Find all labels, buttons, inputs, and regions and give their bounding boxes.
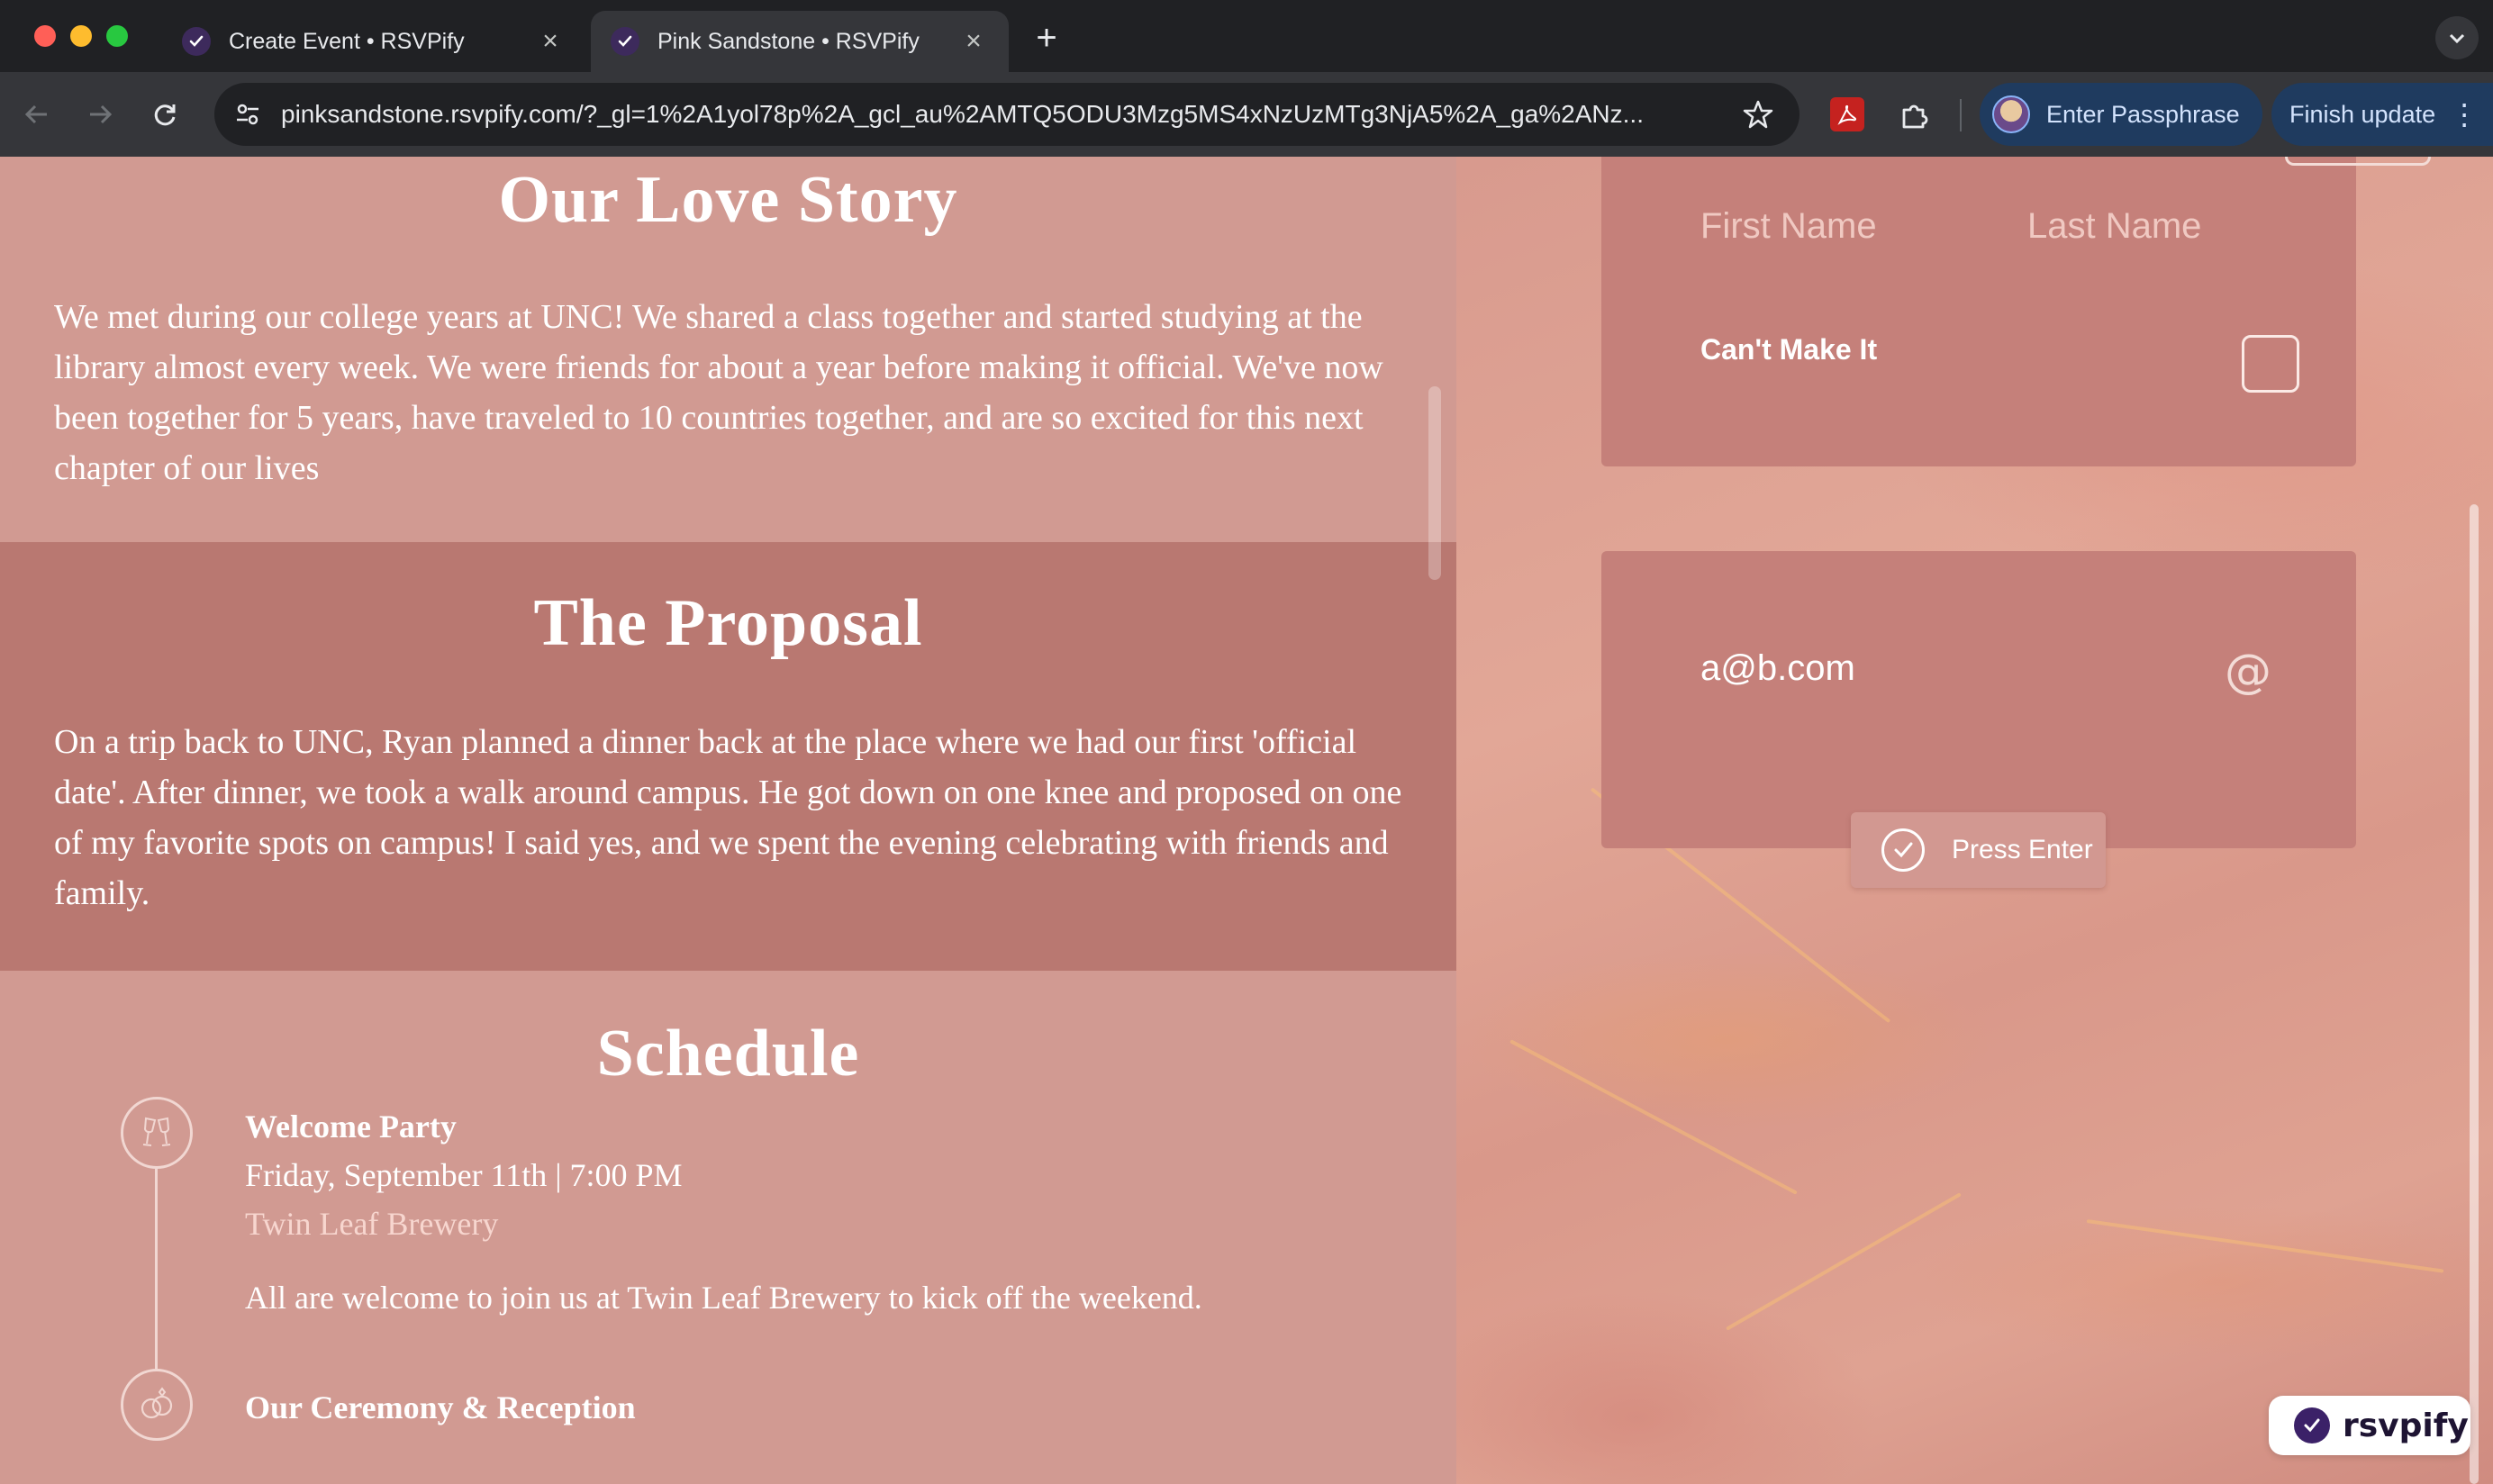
proposal-title: The Proposal [533, 586, 923, 660]
page-viewport: Our Love Story We met during our college… [0, 157, 2493, 1484]
love-story-section: Our Love Story We met during our college… [0, 157, 1456, 542]
tab-title: Pink Sandstone • RSVPify [657, 28, 920, 54]
event-name: Our Ceremony & Reception [245, 1389, 636, 1425]
cant-make-it-label: Can't Make It [1700, 333, 1878, 366]
tab-close-icon[interactable]: × [960, 26, 987, 57]
profile-passphrase-button[interactable]: Enter Passphrase [1980, 83, 2262, 146]
chevron-down-icon [2449, 33, 2465, 44]
address-bar[interactable]: pinksandstone.rsvpify.com/?_gl=1%2A1yol7… [214, 83, 1799, 146]
cant-make-it-checkbox[interactable] [2242, 335, 2299, 393]
press-enter-label: Press Enter [1952, 835, 2093, 864]
guest-name-card [1601, 157, 2431, 466]
finish-update-button[interactable]: Finish update ⋮ [2271, 83, 2493, 146]
page-scrollbar[interactable] [2470, 504, 2479, 1484]
arrow-right-icon [90, 104, 113, 124]
tab-pink-sandstone[interactable]: Pink Sandstone • RSVPify × [591, 11, 1009, 72]
check-circle-icon [1881, 828, 1925, 872]
forward-button[interactable] [79, 94, 121, 135]
love-story-title: Our Love Story [498, 163, 958, 237]
proposal-text: On a trip back to UNC, Ryan planned a di… [54, 723, 1402, 912]
extensions-puzzle-icon[interactable] [1895, 95, 1935, 135]
bookmark-star-icon[interactable] [1731, 87, 1785, 141]
proposal-section: The Proposal On a trip back to UNC, Ryan… [0, 542, 1456, 971]
rsvpify-badge-label: rsvpify [2343, 1407, 2469, 1444]
tab-create-event[interactable]: Create Event • RSVPify × [162, 11, 585, 72]
window-close-button[interactable] [34, 25, 56, 47]
site-info-icon[interactable] [227, 94, 268, 135]
more-vert-icon[interactable]: ⋮ [2450, 97, 2479, 131]
at-sign-icon: @ [2225, 645, 2271, 699]
back-button[interactable] [16, 94, 58, 135]
card-top-button[interactable] [2285, 157, 2431, 166]
wedding-rings-icon [121, 1369, 193, 1441]
arrow-left-icon [24, 104, 47, 124]
rsvpify-logo-icon [2294, 1407, 2330, 1443]
event-description: All are welcome to join us at Twin Leaf … [245, 1280, 1202, 1316]
rsvpify-badge[interactable]: rsvpify [2269, 1396, 2470, 1455]
profile-avatar [1992, 95, 2030, 133]
url-text: pinksandstone.rsvpify.com/?_gl=1%2A1yol7… [281, 100, 1644, 128]
reload-button[interactable] [144, 94, 186, 135]
browser-tab-bar: Create Event • RSVPify × Pink Sandstone … [0, 0, 2493, 72]
reload-icon [154, 104, 176, 126]
schedule-section: Schedule Welcome Party Friday, September… [0, 971, 1456, 1484]
window-maximize-button[interactable] [106, 25, 128, 47]
press-enter-button[interactable]: Press Enter [1851, 812, 2106, 888]
email-input[interactable]: a@b.com [1700, 648, 1855, 689]
first-name-input[interactable]: First Name [1700, 206, 1877, 247]
champagne-glasses-icon [121, 1097, 193, 1169]
toolbar-divider [1960, 99, 1962, 131]
rsvpify-favicon-icon [611, 27, 639, 56]
wedding-content-pane: Our Love Story We met during our college… [0, 157, 1456, 1484]
email-card [1601, 551, 2356, 848]
last-name-input[interactable]: Last Name [2027, 206, 2201, 247]
sandstone-vein [1726, 1192, 1962, 1331]
sandstone-vein [2086, 1219, 2444, 1273]
event-name: Welcome Party [245, 1108, 457, 1145]
tab-search-button[interactable] [2435, 16, 2479, 59]
content-scrollbar[interactable] [1428, 386, 1441, 580]
profile-label: Enter Passphrase [2046, 100, 2240, 128]
tab-close-icon[interactable]: × [537, 26, 564, 57]
new-tab-button[interactable]: + [1027, 18, 1066, 58]
event-datetime: Friday, September 11th | 7:00 PM [245, 1157, 683, 1193]
schedule-title: Schedule [596, 1017, 860, 1090]
pdf-extension-icon[interactable] [1830, 97, 1864, 131]
finish-update-label: Finish update [2289, 100, 2436, 128]
window-minimize-button[interactable] [70, 25, 92, 47]
sandstone-vein [1509, 1039, 1798, 1195]
browser-toolbar: pinksandstone.rsvpify.com/?_gl=1%2A1yol7… [0, 72, 2493, 157]
event-venue-link[interactable]: Twin Leaf Brewery [245, 1205, 498, 1243]
love-story-text: We met during our college years at UNC! … [54, 298, 1383, 487]
rsvpify-favicon-icon [182, 27, 211, 56]
tab-title: Create Event • RSVPify [229, 28, 465, 54]
